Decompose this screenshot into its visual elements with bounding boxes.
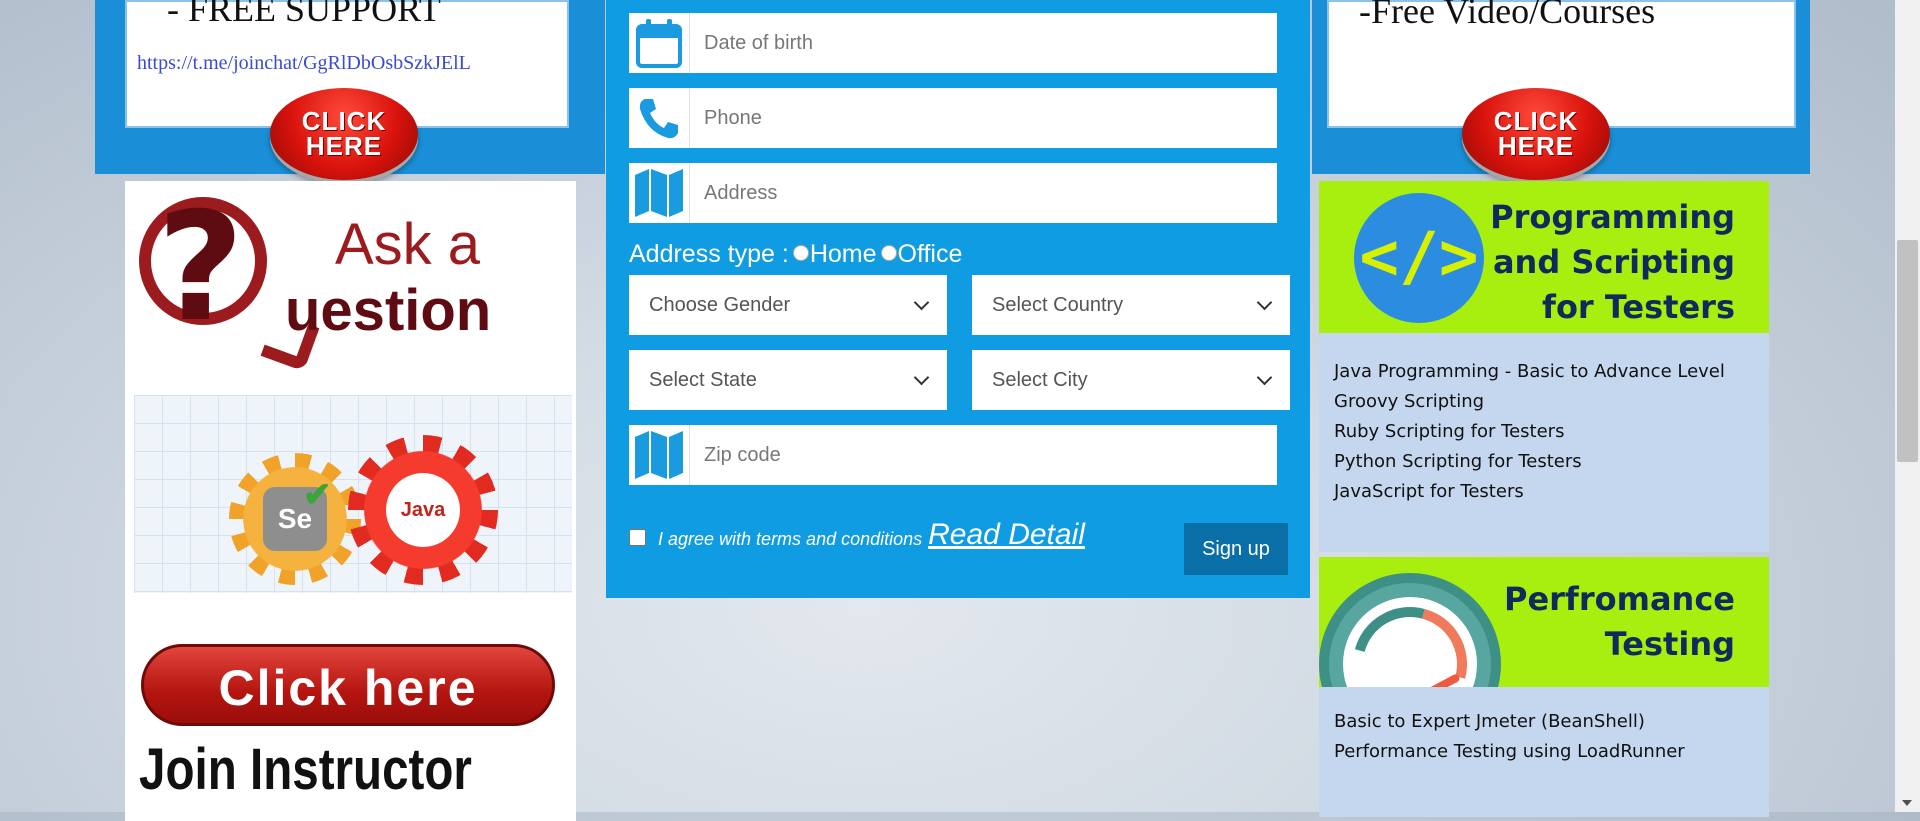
office-radio[interactable] bbox=[880, 244, 897, 261]
java-gear-icon: Java bbox=[348, 435, 498, 585]
chevron-down-icon bbox=[913, 369, 930, 386]
map-icon bbox=[629, 425, 690, 485]
free-courses-banner[interactable]: -Free Video/Courses CLICK HERE bbox=[1312, 0, 1810, 180]
telegram-join-link[interactable]: https://t.me/joinchat/GgRlDbOsbSzkJElL bbox=[137, 52, 471, 75]
office-radio-label[interactable]: Office bbox=[898, 240, 963, 269]
address-field[interactable] bbox=[629, 163, 1293, 223]
terms-row: I agree with terms and conditions Read D… bbox=[629, 518, 1085, 556]
chevron-down-icon bbox=[913, 294, 930, 311]
dob-field[interactable] bbox=[629, 13, 1293, 73]
uestion-text: uestion bbox=[285, 278, 492, 343]
course-link-groovy[interactable]: Groovy Scripting bbox=[1334, 387, 1725, 417]
free-support-click-here-button[interactable]: CLICK HERE bbox=[270, 88, 418, 180]
left-ad-column: ? Ask a uestion Se ✔ Java Click here Joi… bbox=[125, 181, 576, 821]
free-support-banner[interactable]: - FREE SUPPORT https://t.me/joinchat/GgR… bbox=[95, 0, 605, 180]
join-instructor-click-here-button[interactable]: Click here bbox=[141, 644, 555, 726]
address-type-label: Address type : bbox=[629, 240, 789, 268]
state-select-value: Select State bbox=[649, 368, 757, 391]
programming-course-list: Java Programming - Basic to Advance Leve… bbox=[1334, 357, 1725, 507]
gender-select-value: Choose Gender bbox=[649, 293, 791, 316]
page-scrollbar[interactable] bbox=[1895, 0, 1920, 812]
calendar-icon bbox=[629, 13, 690, 73]
java-logo: Java bbox=[386, 473, 460, 547]
free-courses-click-here-button[interactable]: CLICK HERE bbox=[1462, 88, 1610, 180]
course-link-loadrunner[interactable]: Performance Testing using LoadRunner bbox=[1334, 737, 1685, 767]
map-icon bbox=[629, 163, 690, 223]
state-select[interactable]: Select State bbox=[629, 350, 947, 410]
gender-select[interactable]: Choose Gender bbox=[629, 275, 947, 335]
free-courses-text: -Free Video/Courses bbox=[1359, 0, 1656, 31]
phone-icon bbox=[629, 88, 690, 148]
ask-a-question-ad[interactable]: ? Ask a uestion bbox=[135, 181, 565, 372]
performance-course-list: Basic to Expert Jmeter (BeanShell) Perfo… bbox=[1334, 707, 1685, 767]
free-support-text: - FREE SUPPORT bbox=[167, 0, 441, 29]
country-select-value: Select Country bbox=[992, 293, 1124, 316]
join-instructor-heading: Join Instructor bbox=[139, 737, 472, 802]
city-select[interactable]: Select City bbox=[972, 350, 1290, 410]
city-select-value: Select City bbox=[992, 368, 1088, 391]
programming-course-card: </> Programming and Scripting for Tester… bbox=[1319, 181, 1769, 552]
question-mark-icon: ? bbox=[157, 181, 245, 355]
home-radio-label[interactable]: Home bbox=[810, 240, 877, 269]
performance-course-card: 0 100 Perfromance Testing Basic to Exper… bbox=[1319, 557, 1769, 817]
address-type-group: Address type : Home Office bbox=[629, 240, 962, 269]
selenium-gear-icon: Se ✔ bbox=[229, 453, 361, 585]
zip-input[interactable] bbox=[690, 425, 1293, 485]
terms-label: I agree with terms and conditions bbox=[658, 528, 923, 549]
code-icon: </> bbox=[1354, 193, 1484, 323]
programming-course-header[interactable]: </> Programming and Scripting for Tester… bbox=[1319, 181, 1769, 333]
course-link-python[interactable]: Python Scripting for Testers bbox=[1334, 447, 1725, 477]
programming-course-title: Programming and Scripting for Testers bbox=[1490, 198, 1735, 326]
home-radio[interactable] bbox=[792, 244, 809, 261]
address-input[interactable] bbox=[690, 163, 1293, 223]
country-select[interactable]: Select Country bbox=[972, 275, 1290, 335]
phone-field[interactable] bbox=[629, 88, 1293, 148]
zip-field[interactable] bbox=[629, 425, 1293, 485]
dob-input[interactable] bbox=[690, 13, 1293, 73]
course-link-java[interactable]: Java Programming - Basic to Advance Leve… bbox=[1334, 357, 1725, 387]
selenium-java-ad[interactable]: Se ✔ Java bbox=[134, 395, 572, 593]
read-detail-link[interactable]: Read Detail bbox=[928, 518, 1085, 552]
performance-course-header[interactable]: 0 100 Perfromance Testing bbox=[1319, 557, 1769, 687]
course-link-javascript[interactable]: JavaScript for Testers bbox=[1334, 477, 1725, 507]
signup-button[interactable]: Sign up bbox=[1184, 523, 1288, 575]
scroll-down-arrow-icon[interactable] bbox=[1902, 800, 1912, 806]
course-link-ruby[interactable]: Ruby Scripting for Testers bbox=[1334, 417, 1725, 447]
chevron-down-icon bbox=[1256, 294, 1273, 311]
terms-checkbox[interactable] bbox=[629, 528, 646, 546]
registration-form: Address type : Home Office Choose Gender… bbox=[606, 0, 1310, 598]
checkmark-icon: ✔ bbox=[303, 476, 332, 514]
scrollbar-thumb[interactable] bbox=[1897, 240, 1918, 462]
ask-a-text: Ask a bbox=[335, 212, 481, 277]
chevron-down-icon bbox=[1256, 369, 1273, 386]
phone-input[interactable] bbox=[690, 88, 1293, 148]
gauge-icon: 0 100 bbox=[1319, 573, 1501, 687]
performance-course-title: Perfromance Testing bbox=[1503, 580, 1735, 663]
course-link-jmeter[interactable]: Basic to Expert Jmeter (BeanShell) bbox=[1334, 707, 1685, 737]
